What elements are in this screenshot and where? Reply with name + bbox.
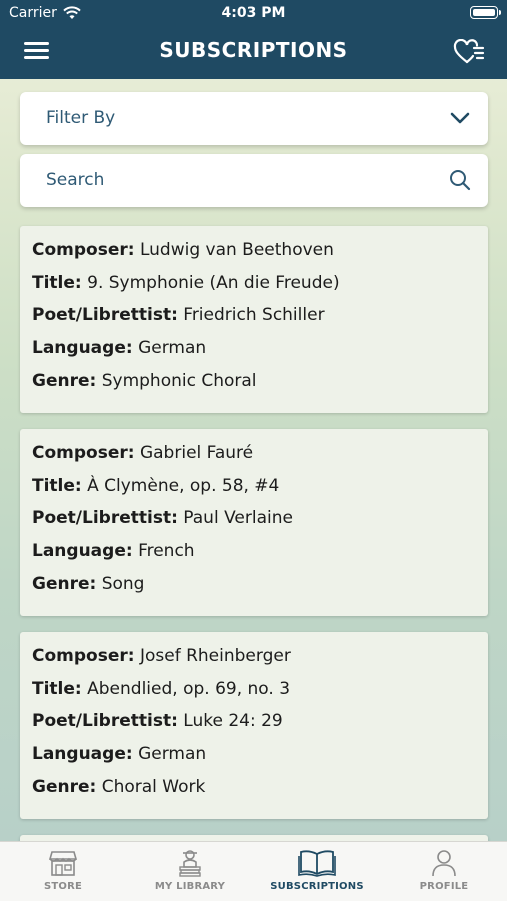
- search-field[interactable]: Search: [20, 154, 488, 207]
- tab-store[interactable]: STORE: [0, 842, 126, 901]
- genre-row: Genre: Song: [32, 573, 145, 594]
- subscription-card[interactable]: Composer: Gabriel Fauré Title: À Clymène…: [20, 429, 488, 617]
- tab-bar: STORE MY LIBRARY SUBSCRIPTIONS PROFILE: [0, 841, 507, 901]
- poet-value: Paul Verlaine: [183, 508, 293, 529]
- open-book-icon: [298, 850, 336, 877]
- composer-row: Composer: Ludwig van Beethoven: [32, 240, 334, 260]
- tab-label: PROFILE: [419, 881, 469, 892]
- title-value: Abendlied, op. 69, no. 3: [87, 678, 291, 699]
- poet-row: Poet/Librettist: Paul Verlaine: [32, 508, 293, 529]
- poet-row: Poet/Librettist: Luke 24: 29: [32, 711, 283, 732]
- page-title: SUBSCRIPTIONS: [159, 38, 348, 62]
- battery-icon: [470, 6, 501, 19]
- genre-row: Genre: Choral Work: [32, 776, 206, 797]
- composer-row: Composer: Gabriel Fauré: [32, 443, 254, 463]
- tab-subscriptions[interactable]: SUBSCRIPTIONS: [254, 842, 380, 901]
- poet-row: Poet/Librettist: Friedrich Schiller: [32, 305, 325, 326]
- genre-row: Genre: Symphonic Choral: [32, 370, 257, 391]
- composer-value: Josef Rheinberger: [139, 646, 291, 666]
- filter-dropdown[interactable]: Filter By: [20, 92, 488, 145]
- composer-row: Composer: Josef Rheinberger: [32, 646, 291, 666]
- status-time: 4:03 PM: [221, 5, 286, 21]
- app-header: Carrier 4:03 PM SUBSCRIPTIONS: [0, 0, 507, 79]
- poet-value: Luke 24: 29: [183, 711, 283, 732]
- title-value: 9. Symphonie (An die Freude): [87, 272, 340, 293]
- search-input[interactable]: Search: [46, 170, 104, 190]
- language-value: German: [138, 338, 207, 359]
- language-value: French: [138, 541, 195, 562]
- composer-value: Ludwig van Beethoven: [139, 240, 334, 260]
- chevron-down-icon[interactable]: [448, 106, 472, 130]
- tab-my-library[interactable]: MY LIBRARY: [127, 842, 253, 901]
- tab-label: MY LIBRARY: [154, 881, 226, 892]
- language-value: German: [138, 744, 207, 765]
- language-row: Language: French: [32, 541, 195, 562]
- store-icon: [48, 851, 78, 876]
- poet-value: Friedrich Schiller: [183, 305, 325, 326]
- title-row: Title: 9. Symphonie (An die Freude): [32, 272, 340, 293]
- status-bar: Carrier 4:03 PM: [0, 0, 507, 28]
- subscription-card[interactable]: Composer: Ludwig van Beethoven Title: 9.…: [20, 226, 488, 414]
- tab-profile[interactable]: PROFILE: [381, 842, 507, 901]
- genre-value: Choral Work: [101, 776, 206, 797]
- person-icon: [432, 850, 456, 877]
- title-row: Title: À Clymène, op. 58, #4: [32, 475, 280, 496]
- title-value: À Clymène, op. 58, #4: [87, 475, 280, 496]
- library-icon: [179, 850, 201, 877]
- composer-value: Gabriel Fauré: [139, 443, 254, 463]
- favorites-list-icon[interactable]: [453, 39, 485, 65]
- title-row: Title: Abendlied, op. 69, no. 3: [32, 678, 291, 699]
- language-row: Language: German: [32, 744, 207, 765]
- subscription-card[interactable]: Composer: Josef Rheinberger Title: Abend…: [20, 632, 488, 820]
- language-row: Language: German: [32, 338, 207, 359]
- genre-value: Song: [101, 573, 145, 594]
- tab-label: STORE: [43, 881, 83, 892]
- filter-label: Filter By: [46, 108, 116, 128]
- genre-value: Symphonic Choral: [101, 370, 257, 391]
- search-icon[interactable]: [448, 168, 472, 192]
- tab-label: SUBSCRIPTIONS: [270, 881, 364, 892]
